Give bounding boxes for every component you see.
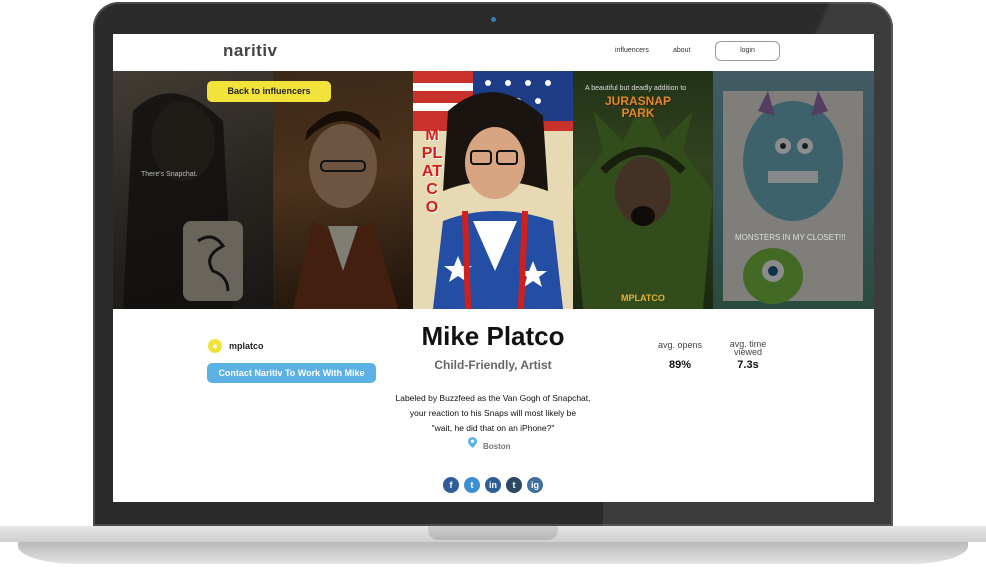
laptop-base-bottom: [18, 542, 968, 564]
login-button[interactable]: login: [715, 41, 780, 61]
tile-dim-overlay: [713, 71, 874, 309]
influencer-location: Boston: [483, 442, 511, 451]
bio-line: "wait, he did that on an iPhone?": [431, 423, 555, 433]
bio-line: your reaction to his Snaps will most lik…: [409, 408, 577, 418]
snap-tile-4[interactable]: A beautiful but deadly addition to JURAS…: [573, 71, 713, 309]
snap-tile-5[interactable]: MONSTERS IN MY CLOSET!!!: [713, 71, 874, 309]
snap-tile-2[interactable]: [273, 71, 413, 309]
instagram-icon[interactable]: ig: [527, 477, 543, 493]
nav-link-about[interactable]: about: [673, 47, 691, 54]
snap-tile-1[interactable]: There's Snapchat.: [113, 71, 273, 309]
top-nav: naritiv influencers about login: [113, 34, 874, 72]
avg-opens-value: 89%: [668, 359, 692, 371]
facebook-icon[interactable]: f: [443, 477, 459, 493]
influencer-name: Mike Platco: [421, 321, 565, 351]
twitter-icon[interactable]: t: [464, 477, 480, 493]
location-pin-icon: [468, 437, 477, 448]
tile-dim-overlay: [273, 71, 413, 309]
snap-banner: There's Snapchat. MPLATCO A beautiful bu…: [113, 71, 874, 309]
snapchat-ghost-icon: ●: [208, 339, 222, 353]
nav-link-influencers[interactable]: influencers: [615, 47, 649, 54]
avg-time-label: avg. time viewed: [713, 340, 783, 357]
browser-screen: naritiv influencers about login There's …: [113, 34, 874, 502]
camera-dot: [491, 17, 496, 22]
tile-signature: MPLATCO: [621, 293, 665, 303]
contact-button[interactable]: Contact Naritiv To Work With Mike: [207, 363, 376, 383]
bio-line: Labeled by Buzzfeed as the Van Gogh of S…: [395, 393, 591, 403]
jurasnap-title: JURASNAP PARK: [604, 94, 671, 120]
snapchat-username: mplatco: [229, 341, 264, 351]
avg-time-value: 7.3s: [737, 359, 759, 371]
profile-section: ● mplatco Contact Naritiv To Work With M…: [113, 309, 874, 502]
featured-vertical-signature: MPLATCO: [421, 127, 443, 216]
tile-caption: MONSTERS IN MY CLOSET!!!: [735, 233, 846, 242]
tile-dim-overlay: [113, 71, 273, 309]
influencer-tags: Child-Friendly, Artist: [434, 358, 552, 372]
avg-time-label-line: viewed: [733, 347, 762, 357]
tile-caption: A beautiful but deadly addition to: [585, 85, 687, 92]
snap-tile-featured[interactable]: MPLATCO: [413, 71, 573, 309]
tile-caption: There's Snapchat.: [141, 171, 198, 178]
site-logo[interactable]: naritiv: [223, 41, 278, 61]
laptop-notch: [428, 526, 558, 540]
linkedin-icon[interactable]: in: [485, 477, 501, 493]
back-to-influencers-button[interactable]: Back to influencers: [207, 81, 331, 102]
tumblr-icon[interactable]: t: [506, 477, 522, 493]
avg-opens-label: avg. opens: [657, 340, 703, 350]
influencer-bio: Labeled by Buzzfeed as the Van Gogh of S…: [353, 391, 633, 436]
